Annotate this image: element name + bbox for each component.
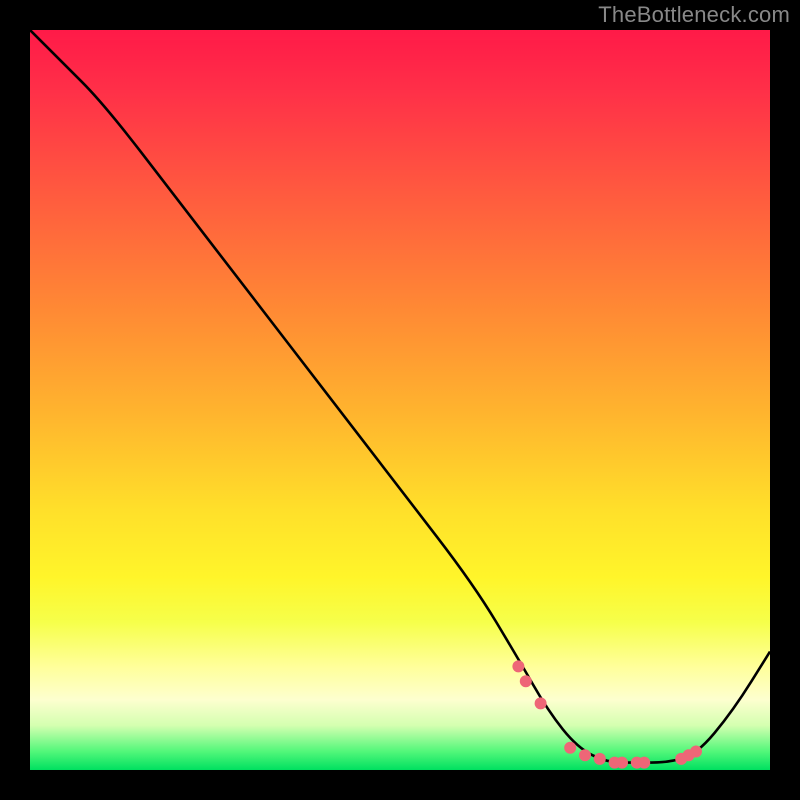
chart-svg: [30, 30, 770, 770]
chart-frame: TheBottleneck.com: [0, 0, 800, 800]
data-dot: [564, 742, 576, 754]
data-dot: [616, 757, 628, 769]
data-dot: [594, 753, 606, 765]
dots-group: [512, 660, 702, 768]
watermark-text: TheBottleneck.com: [598, 2, 790, 28]
data-dot: [690, 746, 702, 758]
data-dot: [579, 749, 591, 761]
data-dot: [638, 757, 650, 769]
curve-path: [30, 30, 770, 763]
data-dot: [535, 697, 547, 709]
data-dot: [512, 660, 524, 672]
data-dot: [520, 675, 532, 687]
plot-area: [30, 30, 770, 770]
